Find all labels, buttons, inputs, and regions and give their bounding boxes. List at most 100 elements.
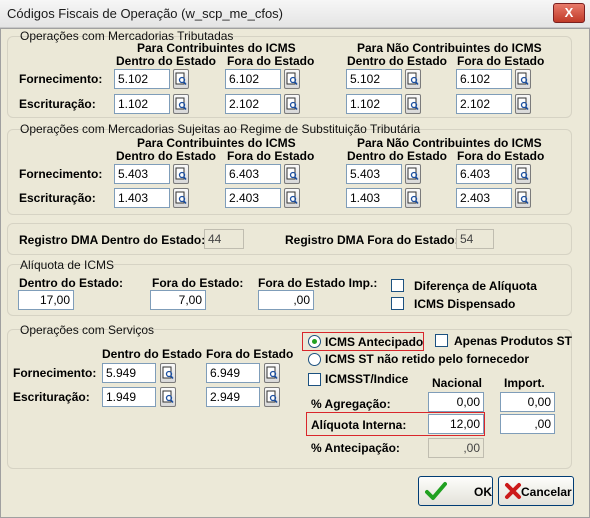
lookup-button[interactable] (405, 94, 421, 114)
icms-st-nao-retido-label: ICMS ST não retido pelo fornecedor (325, 352, 530, 366)
cancel-button-label: Cancelar (521, 485, 572, 499)
icms-dispensado-checkbox[interactable] (391, 297, 404, 310)
st-escr-contrib-fora-field[interactable]: 2.403 (225, 188, 281, 208)
window-title: Códigos Fiscais de Operação (w_scp_me_cf… (7, 6, 284, 21)
st-forn-naocontrib-dentro-field[interactable]: 5.403 (346, 164, 402, 184)
agregacao-import-field[interactable]: 0,00 (500, 392, 555, 412)
st-forn-contrib-dentro-field[interactable]: 5.403 (114, 164, 170, 184)
icmsst-indice-label: ICMSST/Indice (325, 372, 409, 386)
lookup-button[interactable] (173, 94, 189, 114)
lookup-icon (517, 167, 529, 180)
lookup-icon (517, 72, 529, 85)
group-st-title: Operações com Mercadorias Sujeitas ao Re… (20, 122, 421, 136)
st-escr-contrib-dentro-field[interactable]: 1.403 (114, 188, 170, 208)
lookup-button[interactable] (284, 188, 300, 208)
lookup-icon (266, 366, 278, 379)
st-dentro-header-2: Dentro do Estado (347, 149, 448, 163)
serv-escr-fora-field[interactable]: 2.949 (206, 387, 260, 407)
st-nao-contrib-header: Para Não Contribuintes do ICMS (357, 136, 542, 150)
aliquota-interna-import-field[interactable]: ,00 (500, 414, 555, 434)
cancel-button[interactable]: Cancelar (498, 476, 574, 506)
st-contrib-header: Para Contribuintes do ICMS (137, 136, 296, 150)
trib-fora-header-2: Fora do Estado (457, 54, 545, 68)
st-fora-header-1: Fora do Estado (227, 149, 315, 163)
lookup-button[interactable] (284, 164, 300, 184)
lookup-icon (407, 167, 419, 180)
nacional-header: Nacional (432, 376, 483, 390)
trib-escr-naocontrib-fora-field[interactable]: 2.102 (456, 94, 512, 114)
lookup-icon (162, 366, 174, 379)
aliq-fora-label: Fora do Estado: (152, 276, 244, 290)
st-forn-contrib-fora-field[interactable]: 6.403 (225, 164, 281, 184)
serv-fora-header: Fora do Estado (206, 347, 294, 361)
group-servicos-title: Operações com Serviços (20, 323, 155, 337)
agregacao-nacional-field[interactable]: 0,00 (428, 392, 484, 412)
lookup-icon (175, 97, 187, 110)
lookup-button[interactable] (515, 164, 531, 184)
aliquota-interna-nacional-field[interactable]: 12,00 (428, 414, 484, 434)
trib-fora-header-1: Fora do Estado (227, 54, 315, 68)
lookup-icon (286, 191, 298, 204)
lookup-button[interactable] (515, 188, 531, 208)
lookup-button[interactable] (284, 69, 300, 89)
lookup-button[interactable] (515, 69, 531, 89)
trib-escr-contrib-dentro-field[interactable]: 1.102 (114, 94, 170, 114)
trib-escr-naocontrib-dentro-field[interactable]: 1.102 (346, 94, 402, 114)
lookup-button[interactable] (173, 69, 189, 89)
aliq-dentro-field[interactable]: 17,00 (18, 290, 74, 310)
st-fora-header-2: Fora do Estado (457, 149, 545, 163)
lookup-button[interactable] (173, 188, 189, 208)
lookup-button[interactable] (160, 363, 176, 383)
serv-escrituracao-label: Escrituração: (13, 390, 90, 404)
aliq-fora-imp-field[interactable]: ,00 (258, 290, 314, 310)
serv-escr-dentro-field[interactable]: 1.949 (102, 387, 156, 407)
lookup-button[interactable] (284, 94, 300, 114)
lookup-button[interactable] (515, 94, 531, 114)
lookup-icon (407, 191, 419, 204)
serv-forn-dentro-field[interactable]: 5.949 (102, 363, 156, 383)
close-button[interactable]: X (553, 3, 585, 23)
lookup-icon (266, 390, 278, 403)
lookup-button[interactable] (264, 387, 280, 407)
trib-escr-contrib-fora-field[interactable]: 2.102 (225, 94, 281, 114)
ok-button-label: OK (474, 485, 492, 499)
lookup-icon (286, 97, 298, 110)
trib-escrituracao-label: Escrituração: (19, 97, 96, 111)
lookup-button[interactable] (405, 164, 421, 184)
lookup-icon (407, 72, 419, 85)
dma-fora-label: Registro DMA Fora do Estado: (285, 233, 459, 247)
import-header: Import. (504, 376, 545, 390)
lookup-button[interactable] (405, 69, 421, 89)
cancel-x-icon (505, 483, 521, 499)
ok-button[interactable]: OK (418, 476, 493, 506)
trib-forn-contrib-dentro-field[interactable]: 5.102 (114, 69, 170, 89)
lookup-button[interactable] (160, 387, 176, 407)
aliq-dentro-label: Dentro do Estado: (19, 276, 123, 290)
st-dentro-header-1: Dentro do Estado (116, 149, 217, 163)
st-escr-naocontrib-dentro-field[interactable]: 1.403 (346, 188, 402, 208)
icmsst-indice-checkbox[interactable] (308, 373, 321, 386)
trib-forn-naocontrib-fora-field[interactable]: 6.102 (456, 69, 512, 89)
trib-contrib-header: Para Contribuintes do ICMS (137, 41, 296, 55)
lookup-icon (517, 97, 529, 110)
trib-forn-naocontrib-dentro-field[interactable]: 5.102 (346, 69, 402, 89)
lookup-button[interactable] (173, 164, 189, 184)
lookup-icon (175, 72, 187, 85)
st-escrituracao-label: Escrituração: (19, 191, 96, 205)
st-forn-naocontrib-fora-field[interactable]: 6.403 (456, 164, 512, 184)
apenas-produtos-st-checkbox[interactable] (435, 334, 448, 347)
serv-forn-fora-field[interactable]: 6.949 (206, 363, 260, 383)
serv-fornecimento-label: Fornecimento: (13, 366, 97, 380)
aliquota-interna-label: Alíquota Interna: (311, 418, 407, 432)
icms-st-nao-retido-radio[interactable] (308, 353, 321, 366)
dma-fora-field: 54 (456, 229, 494, 249)
diferenca-aliquota-checkbox[interactable] (391, 279, 404, 292)
aliq-fora-field[interactable]: 7,00 (150, 290, 206, 310)
trib-fornecimento-label: Fornecimento: (19, 72, 103, 86)
lookup-button[interactable] (405, 188, 421, 208)
st-escr-naocontrib-fora-field[interactable]: 2.403 (456, 188, 512, 208)
icms-antecipado-radio[interactable] (308, 335, 321, 348)
trib-forn-contrib-fora-field[interactable]: 6.102 (225, 69, 281, 89)
lookup-button[interactable] (264, 363, 280, 383)
trib-nao-contrib-header: Para Não Contribuintes do ICMS (357, 41, 542, 55)
